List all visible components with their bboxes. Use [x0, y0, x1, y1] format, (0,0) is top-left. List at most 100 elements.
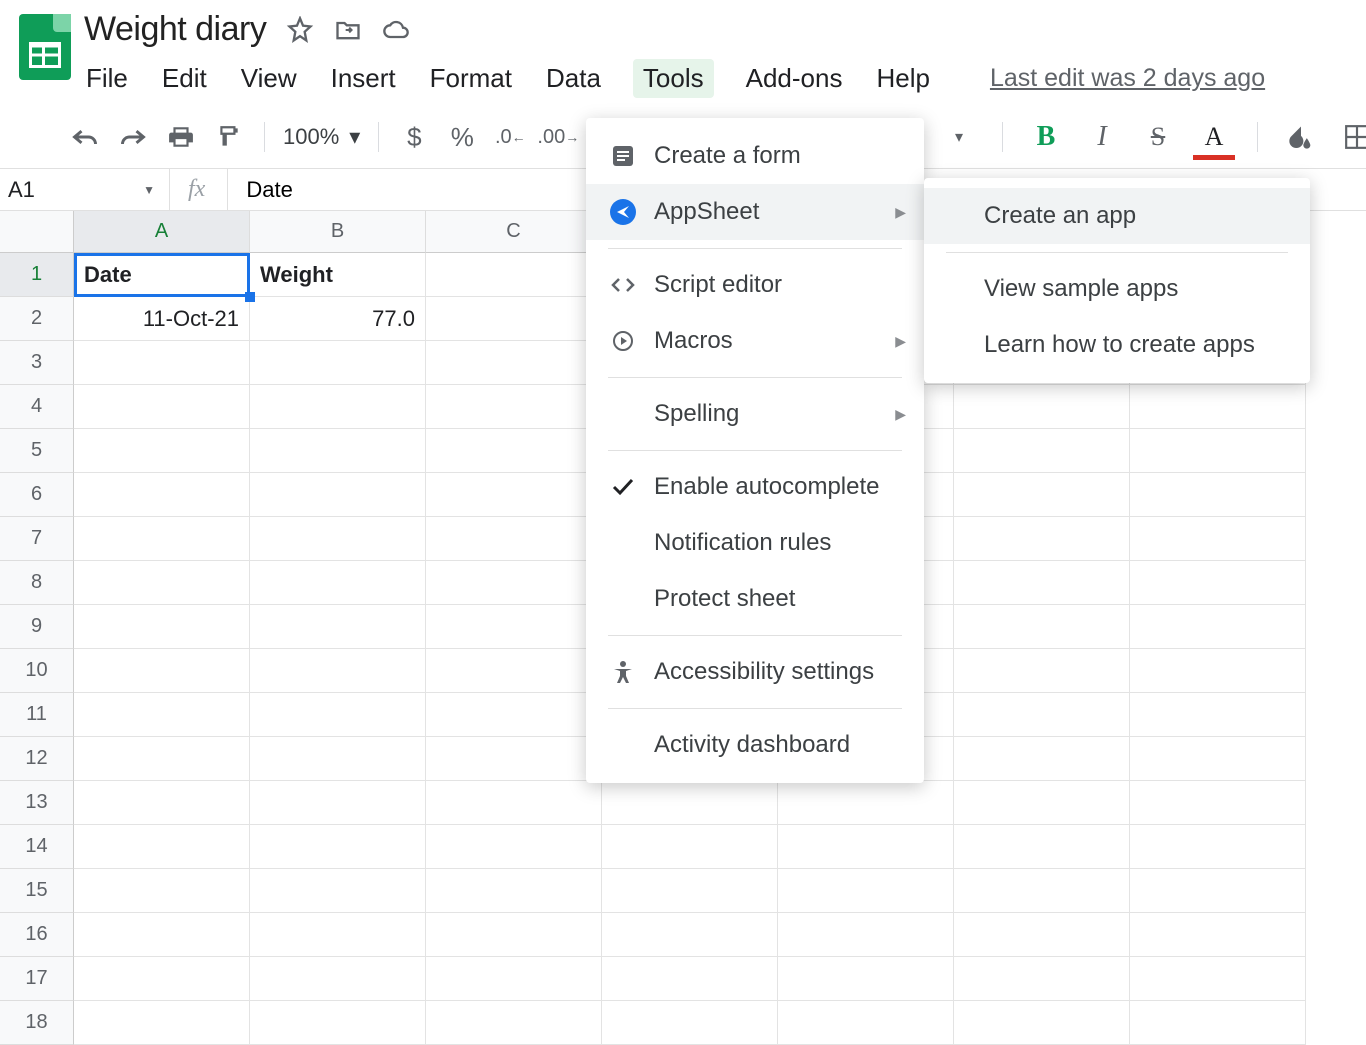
cell-A8[interactable] [74, 561, 250, 605]
cell-E16[interactable] [778, 913, 954, 957]
menu-notification-rules[interactable]: Notification rules [586, 515, 924, 571]
text-color-button[interactable]: A [1197, 120, 1231, 154]
cell-F12[interactable] [954, 737, 1130, 781]
cell-F8[interactable] [954, 561, 1130, 605]
star-icon[interactable] [286, 16, 314, 44]
cell-F11[interactable] [954, 693, 1130, 737]
cell-G9[interactable] [1130, 605, 1306, 649]
undo-button[interactable] [68, 120, 102, 154]
cell-B8[interactable] [250, 561, 426, 605]
row-header-3[interactable]: 3 [0, 341, 74, 385]
row-header-18[interactable]: 18 [0, 1001, 74, 1045]
cell-C15[interactable] [426, 869, 602, 913]
row-header-13[interactable]: 13 [0, 781, 74, 825]
cell-C4[interactable] [426, 385, 602, 429]
sheets-logo[interactable] [14, 16, 76, 78]
cell-A2[interactable]: 11-Oct-21 [74, 297, 250, 341]
row-header-16[interactable]: 16 [0, 913, 74, 957]
menu-appsheet[interactable]: AppSheet ▶ [586, 184, 924, 240]
cell-B3[interactable] [250, 341, 426, 385]
menu-tools[interactable]: Tools [633, 59, 714, 98]
move-folder-icon[interactable] [334, 16, 362, 44]
row-header-10[interactable]: 10 [0, 649, 74, 693]
cell-B9[interactable] [250, 605, 426, 649]
row-header-12[interactable]: 12 [0, 737, 74, 781]
cell-A11[interactable] [74, 693, 250, 737]
cell-B6[interactable] [250, 473, 426, 517]
cell-A18[interactable] [74, 1001, 250, 1045]
submenu-learn[interactable]: Learn how to create apps [924, 317, 1310, 373]
cell-G7[interactable] [1130, 517, 1306, 561]
cell-A1[interactable]: Date [74, 253, 250, 297]
row-header-1[interactable]: 1 [0, 253, 74, 297]
menu-file[interactable]: File [84, 59, 130, 98]
row-header-14[interactable]: 14 [0, 825, 74, 869]
row-header-11[interactable]: 11 [0, 693, 74, 737]
cell-C7[interactable] [426, 517, 602, 561]
cell-C11[interactable] [426, 693, 602, 737]
redo-button[interactable] [116, 120, 150, 154]
cell-C9[interactable] [426, 605, 602, 649]
menu-edit[interactable]: Edit [160, 59, 209, 98]
italic-button[interactable]: I [1085, 120, 1119, 154]
cell-C5[interactable] [426, 429, 602, 473]
menu-script-editor[interactable]: Script editor [586, 257, 924, 313]
row-header-5[interactable]: 5 [0, 429, 74, 473]
cell-B18[interactable] [250, 1001, 426, 1045]
bold-button[interactable]: B [1029, 120, 1063, 154]
paint-format-button[interactable] [212, 120, 246, 154]
cell-D14[interactable] [602, 825, 778, 869]
cell-A3[interactable] [74, 341, 250, 385]
row-header-4[interactable]: 4 [0, 385, 74, 429]
menu-format[interactable]: Format [428, 59, 514, 98]
cell-F6[interactable] [954, 473, 1130, 517]
cell-C14[interactable] [426, 825, 602, 869]
fill-color-button[interactable] [1284, 120, 1318, 154]
cell-F5[interactable] [954, 429, 1130, 473]
cell-F13[interactable] [954, 781, 1130, 825]
cell-C18[interactable] [426, 1001, 602, 1045]
cell-A9[interactable] [74, 605, 250, 649]
cell-B2[interactable]: 77.0 [250, 297, 426, 341]
cell-F16[interactable] [954, 913, 1130, 957]
cell-B15[interactable] [250, 869, 426, 913]
column-header-c[interactable]: C [426, 211, 602, 253]
row-header-8[interactable]: 8 [0, 561, 74, 605]
menu-create-form[interactable]: Create a form [586, 128, 924, 184]
cell-G5[interactable] [1130, 429, 1306, 473]
menu-macros[interactable]: Macros ▶ [586, 313, 924, 369]
cell-G4[interactable] [1130, 385, 1306, 429]
cell-A15[interactable] [74, 869, 250, 913]
cell-B5[interactable] [250, 429, 426, 473]
menu-enable-autocomplete[interactable]: Enable autocomplete [586, 459, 924, 515]
cell-C16[interactable] [426, 913, 602, 957]
cell-F10[interactable] [954, 649, 1130, 693]
zoom-dropdown[interactable]: 100%▾ [283, 124, 360, 150]
submenu-create-app[interactable]: Create an app [924, 188, 1310, 244]
cell-C17[interactable] [426, 957, 602, 1001]
row-header-9[interactable]: 9 [0, 605, 74, 649]
strikethrough-button[interactable]: S [1141, 120, 1175, 154]
borders-button[interactable] [1340, 120, 1366, 154]
cell-C3[interactable] [426, 341, 602, 385]
row-header-17[interactable]: 17 [0, 957, 74, 1001]
cell-B4[interactable] [250, 385, 426, 429]
cell-C10[interactable] [426, 649, 602, 693]
cell-F15[interactable] [954, 869, 1130, 913]
cell-G11[interactable] [1130, 693, 1306, 737]
row-header-7[interactable]: 7 [0, 517, 74, 561]
cell-C8[interactable] [426, 561, 602, 605]
cell-C2[interactable] [426, 297, 602, 341]
cell-A16[interactable] [74, 913, 250, 957]
cell-A17[interactable] [74, 957, 250, 1001]
cell-A13[interactable] [74, 781, 250, 825]
cell-F9[interactable] [954, 605, 1130, 649]
cell-B17[interactable] [250, 957, 426, 1001]
cell-G12[interactable] [1130, 737, 1306, 781]
cell-F14[interactable] [954, 825, 1130, 869]
cell-A4[interactable] [74, 385, 250, 429]
cell-B10[interactable] [250, 649, 426, 693]
cell-C13[interactable] [426, 781, 602, 825]
cell-A7[interactable] [74, 517, 250, 561]
cell-G16[interactable] [1130, 913, 1306, 957]
